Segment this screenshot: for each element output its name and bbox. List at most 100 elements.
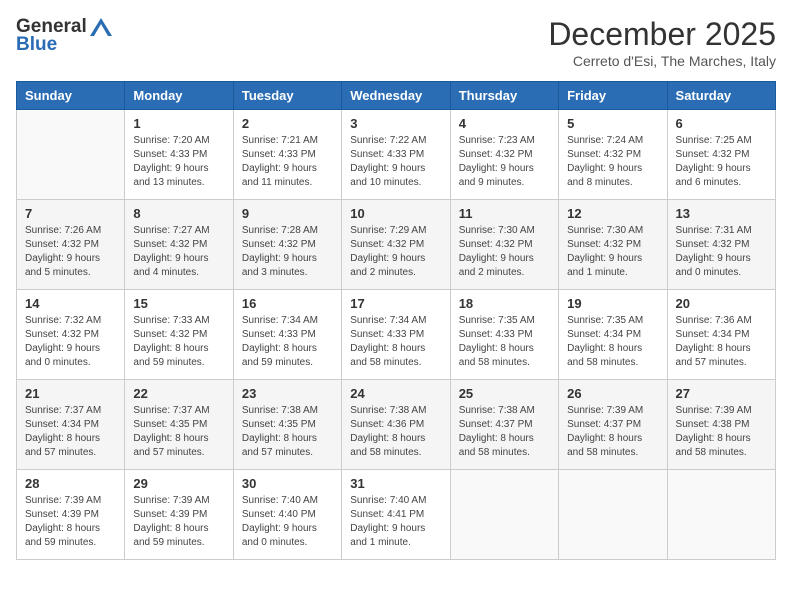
header-friday: Friday (559, 82, 667, 110)
day-info: Sunrise: 7:24 AMSunset: 4:32 PMDaylight:… (567, 134, 658, 190)
day-number: 19 (567, 296, 658, 311)
day-info: Sunrise: 7:40 AMSunset: 4:40 PMDaylight:… (242, 494, 333, 550)
day-info: Sunrise: 7:21 AMSunset: 4:33 PMDaylight:… (242, 134, 333, 190)
day-info: Sunrise: 7:30 AMSunset: 4:32 PMDaylight:… (459, 224, 550, 280)
day-number: 23 (242, 386, 333, 401)
calendar-cell (667, 470, 775, 560)
day-number: 21 (25, 386, 116, 401)
calendar-cell: 10 Sunrise: 7:29 AMSunset: 4:32 PMDayligh… (342, 200, 450, 290)
calendar-cell: 29 Sunrise: 7:39 AMSunset: 4:39 PMDayligh… (125, 470, 233, 560)
day-number: 11 (459, 206, 550, 221)
calendar-cell: 23 Sunrise: 7:38 AMSunset: 4:35 PMDayligh… (233, 380, 341, 470)
day-info: Sunrise: 7:29 AMSunset: 4:32 PMDaylight:… (350, 224, 441, 280)
day-info: Sunrise: 7:36 AMSunset: 4:34 PMDaylight:… (676, 314, 767, 370)
day-info: Sunrise: 7:34 AMSunset: 4:33 PMDaylight:… (242, 314, 333, 370)
calendar-cell: 6Sunrise: 7:25 AMSunset: 4:32 PMDaylight… (667, 110, 775, 200)
calendar-cell: 5 Sunrise: 7:24 AMSunset: 4:32 PMDaylight… (559, 110, 667, 200)
calendar-cell: 1 Sunrise: 7:20 AMSunset: 4:33 PMDaylight… (125, 110, 233, 200)
day-number: 6 (676, 116, 767, 131)
calendar-week-row: 7Sunrise: 7:26 AMSunset: 4:32 PMDaylight… (17, 200, 776, 290)
calendar-cell: 14Sunrise: 7:32 AMSunset: 4:32 PMDayligh… (17, 290, 125, 380)
calendar-cell: 24 Sunrise: 7:38 AMSunset: 4:36 PMDayligh… (342, 380, 450, 470)
day-info: Sunrise: 7:34 AMSunset: 4:33 PMDaylight:… (350, 314, 441, 370)
calendar-cell: 22 Sunrise: 7:37 AMSunset: 4:35 PMDayligh… (125, 380, 233, 470)
calendar-cell (17, 110, 125, 200)
header-wednesday: Wednesday (342, 82, 450, 110)
calendar-cell: 7Sunrise: 7:26 AMSunset: 4:32 PMDaylight… (17, 200, 125, 290)
logo-blue-text: Blue (16, 34, 57, 56)
day-number: 1 (133, 116, 224, 131)
day-info: Sunrise: 7:39 AMSunset: 4:37 PMDaylight:… (567, 404, 658, 460)
day-number: 2 (242, 116, 333, 131)
location-title: Cerreto d'Esi, The Marches, Italy (548, 53, 776, 69)
calendar-week-row: 1 Sunrise: 7:20 AMSunset: 4:33 PMDaylight… (17, 110, 776, 200)
day-info: Sunrise: 7:32 AMSunset: 4:32 PMDaylight:… (25, 314, 116, 370)
day-info: Sunrise: 7:27 AMSunset: 4:32 PMDaylight:… (133, 224, 224, 280)
day-number: 3 (350, 116, 441, 131)
day-info: Sunrise: 7:28 AMSunset: 4:32 PMDaylight:… (242, 224, 333, 280)
calendar-title-block: December 2025 Cerreto d'Esi, The Marches… (548, 16, 776, 69)
calendar-cell (450, 470, 558, 560)
calendar-week-row: 14Sunrise: 7:32 AMSunset: 4:32 PMDayligh… (17, 290, 776, 380)
day-number: 26 (567, 386, 658, 401)
day-info: Sunrise: 7:38 AMSunset: 4:35 PMDaylight:… (242, 404, 333, 460)
day-number: 7 (25, 206, 116, 221)
calendar-cell: 19 Sunrise: 7:35 AMSunset: 4:34 PMDayligh… (559, 290, 667, 380)
day-number: 16 (242, 296, 333, 311)
calendar-table: SundayMondayTuesdayWednesdayThursdayFrid… (16, 81, 776, 560)
day-number: 10 (350, 206, 441, 221)
day-number: 30 (242, 476, 333, 491)
header-tuesday: Tuesday (233, 82, 341, 110)
day-info: Sunrise: 7:35 AMSunset: 4:34 PMDaylight:… (567, 314, 658, 370)
calendar-cell: 11 Sunrise: 7:30 AMSunset: 4:32 PMDayligh… (450, 200, 558, 290)
calendar-cell: 25 Sunrise: 7:38 AMSunset: 4:37 PMDayligh… (450, 380, 558, 470)
calendar-cell: 4Sunrise: 7:23 AMSunset: 4:32 PMDaylight… (450, 110, 558, 200)
calendar-cell: 9 Sunrise: 7:28 AMSunset: 4:32 PMDaylight… (233, 200, 341, 290)
day-info: Sunrise: 7:40 AMSunset: 4:41 PMDaylight:… (350, 494, 441, 550)
header-saturday: Saturday (667, 82, 775, 110)
day-info: Sunrise: 7:37 AMSunset: 4:34 PMDaylight:… (25, 404, 116, 460)
day-number: 27 (676, 386, 767, 401)
day-number: 13 (676, 206, 767, 221)
day-number: 9 (242, 206, 333, 221)
calendar-cell: 27Sunrise: 7:39 AMSunset: 4:38 PMDayligh… (667, 380, 775, 470)
calendar-cell: 18Sunrise: 7:35 AMSunset: 4:33 PMDayligh… (450, 290, 558, 380)
day-info: Sunrise: 7:38 AMSunset: 4:37 PMDaylight:… (459, 404, 550, 460)
day-number: 31 (350, 476, 441, 491)
day-info: Sunrise: 7:35 AMSunset: 4:33 PMDaylight:… (459, 314, 550, 370)
calendar-cell: 3 Sunrise: 7:22 AMSunset: 4:33 PMDaylight… (342, 110, 450, 200)
day-info: Sunrise: 7:39 AMSunset: 4:39 PMDaylight:… (25, 494, 116, 550)
calendar-cell: 2 Sunrise: 7:21 AMSunset: 4:33 PMDaylight… (233, 110, 341, 200)
day-number: 24 (350, 386, 441, 401)
day-info: Sunrise: 7:20 AMSunset: 4:33 PMDaylight:… (133, 134, 224, 190)
day-number: 5 (567, 116, 658, 131)
day-number: 22 (133, 386, 224, 401)
day-info: Sunrise: 7:39 AMSunset: 4:39 PMDaylight:… (133, 494, 224, 550)
day-info: Sunrise: 7:38 AMSunset: 4:36 PMDaylight:… (350, 404, 441, 460)
calendar-cell: 12Sunrise: 7:30 AMSunset: 4:32 PMDayligh… (559, 200, 667, 290)
day-number: 28 (25, 476, 116, 491)
day-number: 20 (676, 296, 767, 311)
calendar-cell: 21 Sunrise: 7:37 AMSunset: 4:34 PMDayligh… (17, 380, 125, 470)
header-monday: Monday (125, 82, 233, 110)
day-number: 17 (350, 296, 441, 311)
day-number: 4 (459, 116, 550, 131)
calendar-week-row: 28 Sunrise: 7:39 AMSunset: 4:39 PMDayligh… (17, 470, 776, 560)
day-info: Sunrise: 7:22 AMSunset: 4:33 PMDaylight:… (350, 134, 441, 190)
calendar-cell (559, 470, 667, 560)
page-header: General Blue December 2025 Cerreto d'Esi… (16, 16, 776, 69)
day-number: 29 (133, 476, 224, 491)
day-info: Sunrise: 7:31 AMSunset: 4:32 PMDaylight:… (676, 224, 767, 280)
logo-icon (90, 18, 112, 36)
day-number: 8 (133, 206, 224, 221)
calendar-cell: 8 Sunrise: 7:27 AMSunset: 4:32 PMDaylight… (125, 200, 233, 290)
header-thursday: Thursday (450, 82, 558, 110)
calendar-cell: 30 Sunrise: 7:40 AMSunset: 4:40 PMDayligh… (233, 470, 341, 560)
calendar-cell: 16 Sunrise: 7:34 AMSunset: 4:33 PMDayligh… (233, 290, 341, 380)
day-number: 25 (459, 386, 550, 401)
calendar-cell: 28 Sunrise: 7:39 AMSunset: 4:39 PMDayligh… (17, 470, 125, 560)
day-info: Sunrise: 7:37 AMSunset: 4:35 PMDaylight:… (133, 404, 224, 460)
logo: General Blue (16, 16, 112, 56)
calendar-cell: 20 Sunrise: 7:36 AMSunset: 4:34 PMDayligh… (667, 290, 775, 380)
calendar-cell: 31 Sunrise: 7:40 AMSunset: 4:41 PMDayligh… (342, 470, 450, 560)
